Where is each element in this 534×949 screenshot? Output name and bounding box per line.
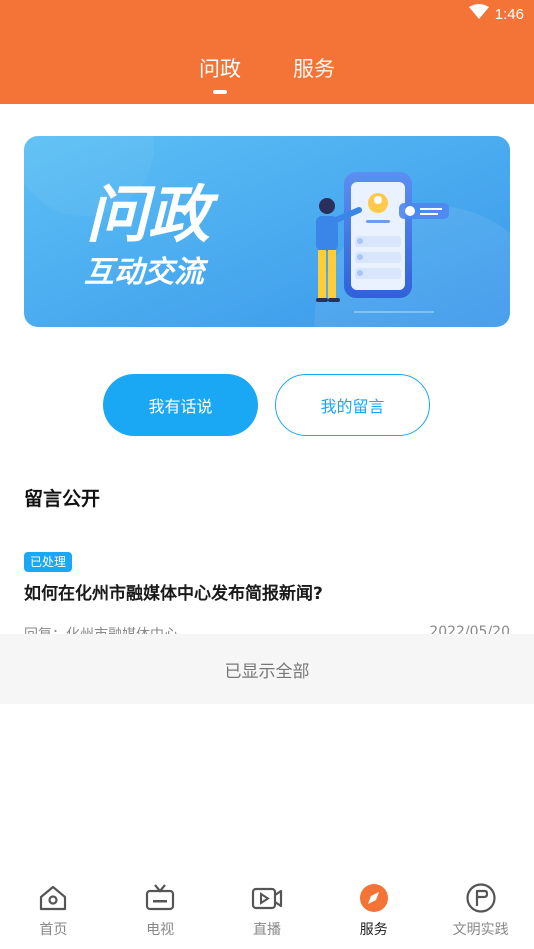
status-badge: 已处理 bbox=[24, 552, 73, 572]
nav-label: 电视 bbox=[146, 922, 175, 938]
tab-label: 问政 bbox=[199, 57, 241, 81]
top-tabs: 问政 服务 bbox=[0, 54, 534, 94]
list-end-indicator: 已显示全部 bbox=[0, 634, 534, 704]
my-messages-button[interactable]: 我的留言 bbox=[275, 374, 430, 436]
nav-item-service[interactable]: 服务 bbox=[320, 870, 427, 949]
nav-label: 服务 bbox=[359, 922, 388, 938]
nav-item-tv[interactable]: 电视 bbox=[107, 870, 214, 949]
nav-item-live[interactable]: 直播 bbox=[214, 870, 321, 949]
message-title: 如何在化州市融媒体中心发布简报新闻? bbox=[24, 584, 323, 604]
section-title: 留言公开 bbox=[24, 488, 101, 510]
nav-label: 文明实践 bbox=[452, 922, 509, 938]
tab-fuwu[interactable]: 服务 bbox=[293, 54, 335, 84]
tab-label: 服务 bbox=[293, 57, 335, 81]
home-icon bbox=[37, 882, 69, 914]
status-time: 1:46 bbox=[494, 5, 524, 23]
tab-wenzheng[interactable]: 问政 bbox=[199, 54, 241, 94]
flag-icon bbox=[465, 882, 497, 914]
nav-item-civilization[interactable]: 文明实践 bbox=[427, 870, 534, 949]
banner-subtitle: 互动交流 bbox=[84, 255, 209, 290]
wifi-icon bbox=[468, 4, 489, 24]
active-tab-indicator bbox=[213, 90, 227, 94]
live-video-icon bbox=[251, 882, 283, 914]
banner-title: 问政 bbox=[86, 178, 219, 251]
compass-icon bbox=[358, 882, 390, 914]
nav-item-home[interactable]: 首页 bbox=[0, 870, 107, 949]
top-header: 1:46 问政 服务 bbox=[0, 0, 534, 104]
nav-label: 首页 bbox=[39, 922, 68, 938]
post-message-button[interactable]: 我有话说 bbox=[103, 374, 258, 436]
nav-label: 直播 bbox=[252, 922, 281, 938]
bottom-nav: 首页 电视 直播 服务 文明实践 bbox=[0, 870, 534, 949]
wenzheng-banner[interactable]: 问政 互动交流 bbox=[24, 136, 510, 327]
tv-icon bbox=[144, 882, 176, 914]
list-item[interactable]: 已处理 如何在化州市融媒体中心发布简报新闻? 回复：化州市融媒体中心 2022/… bbox=[24, 551, 510, 644]
status-bar: 1:46 bbox=[468, 4, 524, 24]
